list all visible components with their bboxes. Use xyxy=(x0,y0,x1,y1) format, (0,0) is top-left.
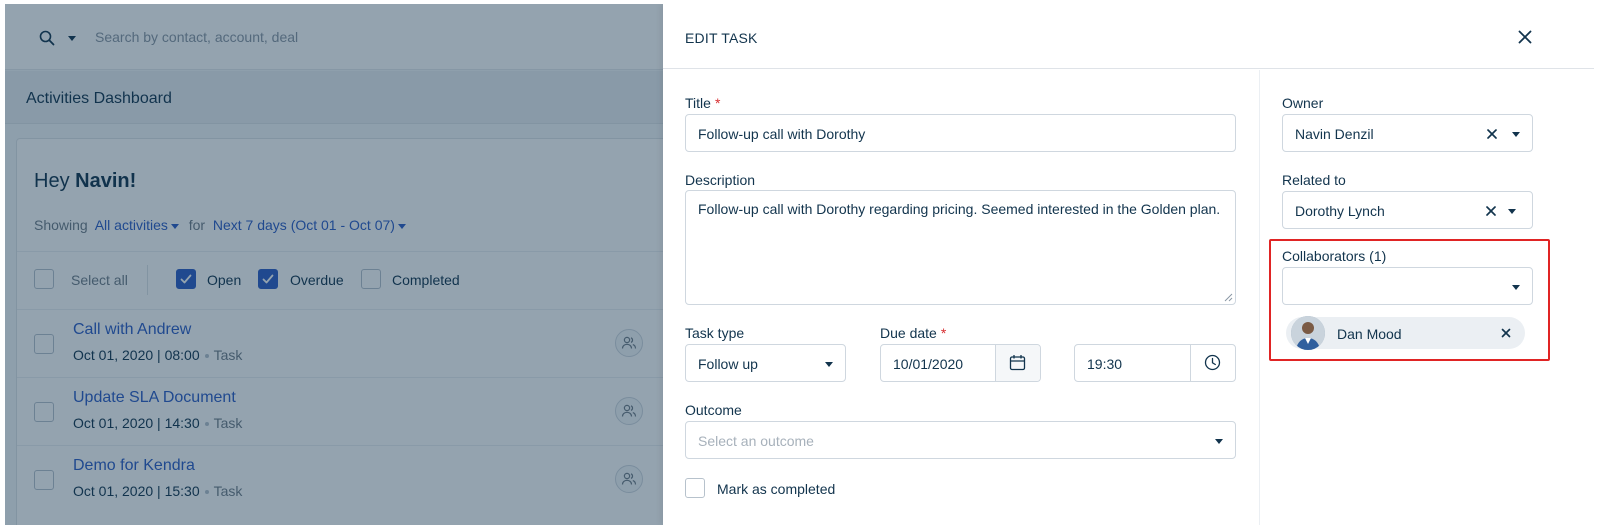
task-type-select[interactable]: Follow up xyxy=(685,344,846,382)
outcome-select[interactable]: Select an outcome xyxy=(685,421,1236,459)
description-value: Follow-up call with Dorothy regarding pr… xyxy=(698,201,1221,217)
title-label-text: Title xyxy=(685,95,711,111)
modal-backdrop[interactable] xyxy=(5,4,685,525)
activities-dashboard: Activities Dashboard Hey Navin! Showing … xyxy=(5,4,686,525)
edit-task-drawer: EDIT TASK Title * Follow-up call with Dor… xyxy=(663,4,1594,525)
required-marker: * xyxy=(940,325,947,341)
clear-icon[interactable] xyxy=(1485,205,1497,217)
mark-completed-label: Mark as completed xyxy=(717,481,836,497)
owner-value: Navin Denzil xyxy=(1295,126,1374,142)
task-type-value: Follow up xyxy=(698,356,758,372)
collaborator-name: Dan Mood xyxy=(1337,326,1402,342)
title-input[interactable]: Follow-up call with Dorothy xyxy=(685,114,1236,152)
collaborator-chip: Dan Mood xyxy=(1286,316,1525,350)
close-icon[interactable] xyxy=(1518,30,1532,44)
related-to-label: Related to xyxy=(1282,172,1346,188)
due-date-label-text: Due date xyxy=(880,325,937,341)
description-label: Description xyxy=(685,172,756,188)
title-value: Follow-up call with Dorothy xyxy=(698,126,866,142)
column-divider xyxy=(1259,70,1260,525)
drawer-title: EDIT TASK xyxy=(685,30,758,46)
related-to-value: Dorothy Lynch xyxy=(1295,203,1385,219)
description-textarea[interactable]: Follow-up call with Dorothy regarding pr… xyxy=(685,190,1236,305)
remove-collaborator-icon[interactable] xyxy=(1500,327,1512,339)
related-to-select[interactable]: Dorothy Lynch xyxy=(1282,191,1533,229)
title-label: Title * xyxy=(685,95,720,111)
required-marker: * xyxy=(714,95,721,111)
clock-icon xyxy=(1204,354,1221,371)
chevron-down-icon[interactable] xyxy=(1512,132,1520,137)
collaborators-select[interactable] xyxy=(1282,267,1533,305)
due-date-input[interactable]: 10/01/2020 xyxy=(880,344,1041,382)
outcome-label: Outcome xyxy=(685,402,742,418)
chevron-down-icon xyxy=(825,362,833,367)
clear-icon[interactable] xyxy=(1486,128,1498,140)
chevron-down-icon[interactable] xyxy=(1512,285,1520,290)
mark-completed-checkbox[interactable] xyxy=(685,478,705,498)
calendar-button[interactable] xyxy=(995,345,1040,381)
avatar xyxy=(1291,316,1325,350)
owner-select[interactable]: Navin Denzil xyxy=(1282,114,1533,152)
chevron-down-icon xyxy=(1215,439,1223,444)
owner-label: Owner xyxy=(1282,95,1324,111)
outcome-placeholder: Select an outcome xyxy=(698,433,814,449)
task-type-label: Task type xyxy=(685,325,745,341)
collaborators-label: Collaborators (1) xyxy=(1282,248,1387,264)
clock-button[interactable] xyxy=(1190,345,1235,381)
chevron-down-icon[interactable] xyxy=(1508,209,1516,214)
app-frame: Activities Dashboard Hey Navin! Showing … xyxy=(5,4,1594,525)
due-time-value: 19:30 xyxy=(1087,356,1123,372)
due-date-label: Due date * xyxy=(880,325,946,341)
due-date-value: 10/01/2020 xyxy=(893,356,964,372)
due-time-input[interactable]: 19:30 xyxy=(1074,344,1236,382)
calendar-icon xyxy=(1009,355,1026,371)
resize-handle-icon[interactable] xyxy=(1224,293,1233,302)
drawer-header: EDIT TASK xyxy=(663,4,1594,69)
